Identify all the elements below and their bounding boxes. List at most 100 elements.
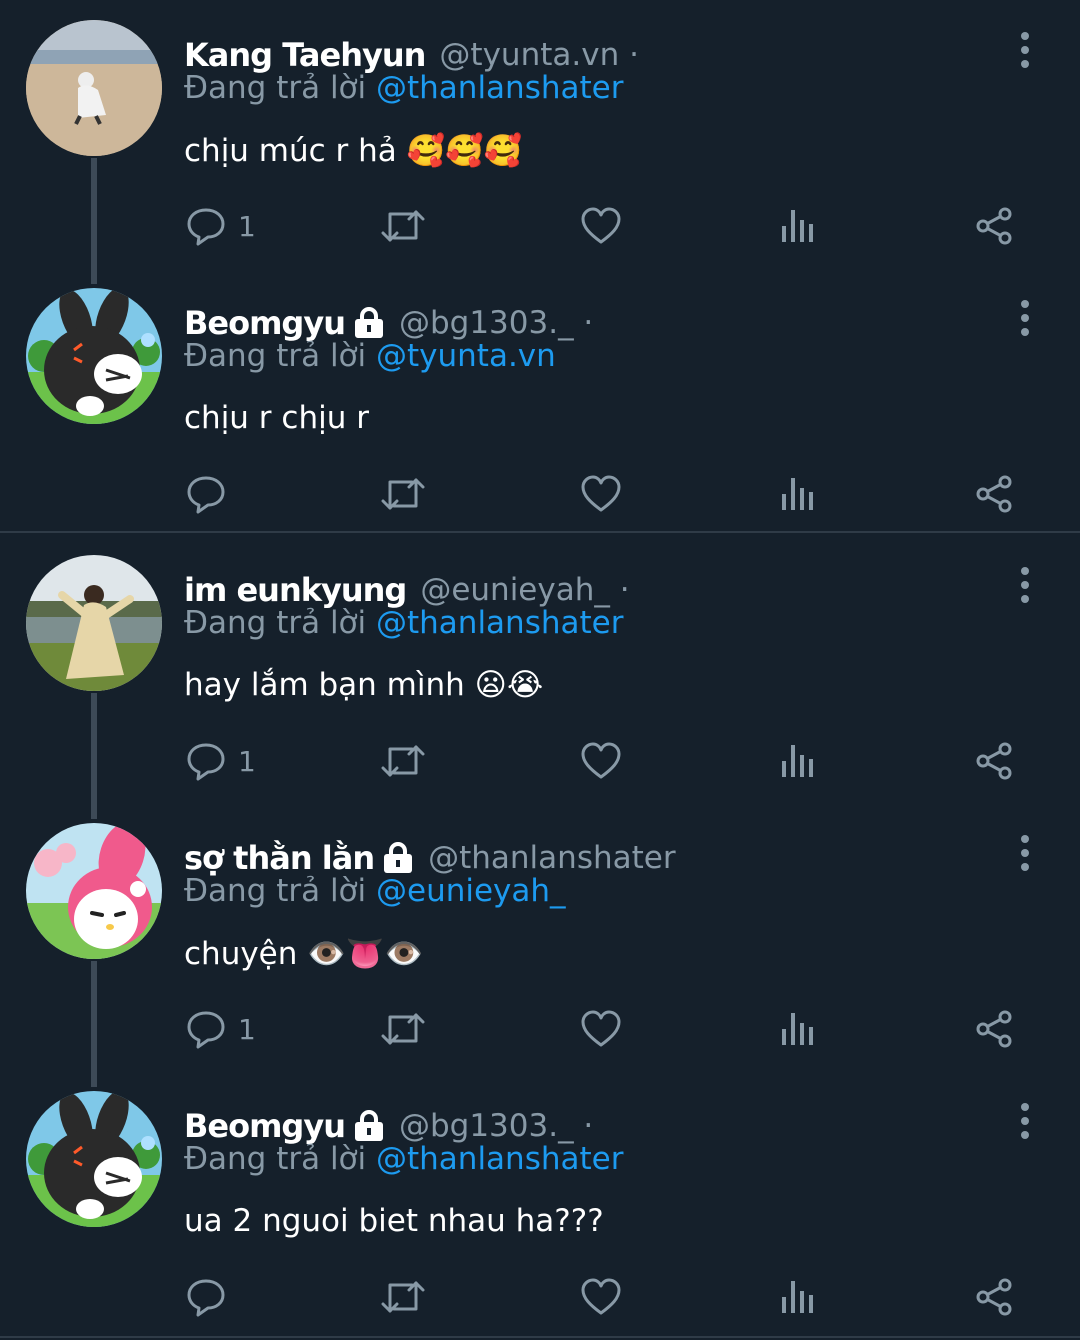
reply-count: 1 — [238, 209, 256, 243]
like-button[interactable] — [580, 1005, 622, 1053]
like-icon — [581, 475, 621, 512]
avatar[interactable] — [26, 288, 162, 424]
action-bar: 1 — [0, 1005, 1080, 1053]
retweet-button[interactable] — [380, 202, 426, 250]
handle[interactable]: @eunieyah_ · — [420, 572, 629, 608]
tweet[interactable]: Beomgyu @bg1303._ · Đang trả lời @thanla… — [0, 1091, 1080, 1335]
views-button[interactable] — [780, 1273, 814, 1321]
tweet[interactable]: Kang Taehyun @tyunta.vn · Đang trả lời @… — [0, 20, 1080, 264]
retweet-button[interactable] — [380, 737, 426, 785]
tweet-text: hay lắm bạn mình 😦😭 — [184, 667, 544, 703]
like-button[interactable] — [580, 470, 622, 518]
more-icon[interactable] — [1012, 1101, 1038, 1141]
more-icon[interactable] — [1012, 298, 1038, 338]
avatar[interactable] — [26, 20, 162, 156]
reply-count: 1 — [238, 1012, 256, 1046]
handle[interactable]: @tyunta.vn · — [439, 37, 639, 73]
replying-to: Đang trả lời @thanlanshater — [184, 605, 623, 641]
share-button[interactable] — [974, 1005, 1014, 1053]
reply-button[interactable] — [186, 470, 238, 518]
share-button[interactable] — [974, 1273, 1014, 1321]
share-icon — [976, 475, 1012, 513]
lock-icon — [384, 842, 413, 873]
retweet-icon — [381, 745, 425, 777]
views-button[interactable] — [780, 202, 814, 250]
replying-to-label: Đang trả lời — [184, 1141, 367, 1177]
replying-to: Đang trả lời @thanlanshater — [184, 70, 623, 106]
retweet-button[interactable] — [380, 1005, 426, 1053]
retweet-icon — [381, 1013, 425, 1045]
replying-to: Đang trả lời @thanlanshater — [184, 1141, 623, 1177]
tweet-text: ua 2 nguoi biet nhau ha??? — [184, 1203, 604, 1239]
retweet-icon — [381, 1281, 425, 1313]
share-icon — [976, 1278, 1012, 1316]
reply-button[interactable] — [186, 1273, 238, 1321]
views-button[interactable] — [780, 470, 814, 518]
replying-to-label: Đang trả lời — [184, 70, 367, 106]
like-icon — [581, 1278, 621, 1315]
share-button[interactable] — [974, 737, 1014, 785]
reply-button[interactable]: 1 — [186, 202, 256, 250]
replying-to-label: Đang trả lời — [184, 605, 367, 641]
like-button[interactable] — [580, 1273, 622, 1321]
reply-icon — [187, 208, 225, 246]
display-name[interactable]: sợ thằn lằn — [184, 839, 375, 877]
mention-link[interactable]: @thanlanshater — [376, 70, 623, 106]
share-button[interactable] — [974, 202, 1014, 250]
avatar[interactable] — [26, 823, 162, 959]
reply-icon — [187, 1011, 225, 1049]
like-button[interactable] — [580, 202, 622, 250]
replying-to-label: Đang trả lời — [184, 873, 367, 909]
reply-icon — [187, 476, 225, 514]
retweet-button[interactable] — [380, 1273, 426, 1321]
retweet-icon — [381, 210, 425, 242]
action-bar: 1 — [0, 202, 1080, 250]
more-icon[interactable] — [1012, 565, 1038, 605]
tweet[interactable]: sợ thằn lằn @thanlanshater Đang trả lời … — [0, 823, 1080, 1067]
lock-icon — [354, 1110, 383, 1141]
replying-to: Đang trả lời @eunieyah_ — [184, 873, 566, 909]
mention-link[interactable]: @tyunta.vn — [376, 338, 556, 374]
mention-link[interactable]: @thanlanshater — [376, 1141, 623, 1177]
avatar[interactable] — [26, 555, 162, 691]
share-button[interactable] — [974, 470, 1014, 518]
display-name[interactable]: im eunkyung — [184, 571, 407, 609]
like-button[interactable] — [580, 737, 622, 785]
handle[interactable]: @bg1303._ · — [399, 305, 593, 341]
reply-button[interactable]: 1 — [186, 1005, 256, 1053]
display-name[interactable]: Kang Taehyun — [184, 36, 426, 74]
tweet[interactable]: im eunkyung @eunieyah_ · Đang trả lời @t… — [0, 555, 1080, 799]
views-button[interactable] — [780, 1005, 814, 1053]
views-icon — [782, 210, 813, 242]
display-name[interactable]: Beomgyu — [184, 304, 346, 342]
retweet-icon — [381, 478, 425, 510]
like-icon — [581, 207, 621, 244]
tweet-text: chịu múc r hả 🥰🥰🥰 — [184, 133, 523, 169]
views-button[interactable] — [780, 737, 814, 785]
action-bar — [0, 1273, 1080, 1321]
replying-to-label: Đang trả lời — [184, 338, 367, 374]
thread-divider — [0, 1336, 1080, 1338]
share-icon — [976, 742, 1012, 780]
mention-link[interactable]: @thanlanshater — [376, 605, 623, 641]
more-icon[interactable] — [1012, 833, 1038, 873]
reply-count: 1 — [238, 744, 256, 778]
share-icon — [976, 207, 1012, 245]
handle[interactable]: @bg1303._ · — [399, 1108, 593, 1144]
share-icon — [976, 1010, 1012, 1048]
mention-link[interactable]: @eunieyah_ — [376, 873, 566, 909]
reply-button[interactable]: 1 — [186, 737, 256, 785]
retweet-button[interactable] — [380, 470, 426, 518]
handle[interactable]: @thanlanshater — [428, 840, 675, 876]
avatar[interactable] — [26, 1091, 162, 1227]
action-bar: 1 — [0, 737, 1080, 785]
action-bar — [0, 470, 1080, 518]
more-icon[interactable] — [1012, 30, 1038, 70]
tweet-text: chuyện 👁️👅👁️ — [184, 936, 424, 972]
lock-icon — [354, 307, 383, 338]
views-icon — [782, 1281, 813, 1313]
tweet[interactable]: Beomgyu @bg1303._ · Đang trả lời @tyunta… — [0, 288, 1080, 532]
like-icon — [581, 742, 621, 779]
display-name[interactable]: Beomgyu — [184, 1107, 346, 1145]
like-icon — [581, 1010, 621, 1047]
